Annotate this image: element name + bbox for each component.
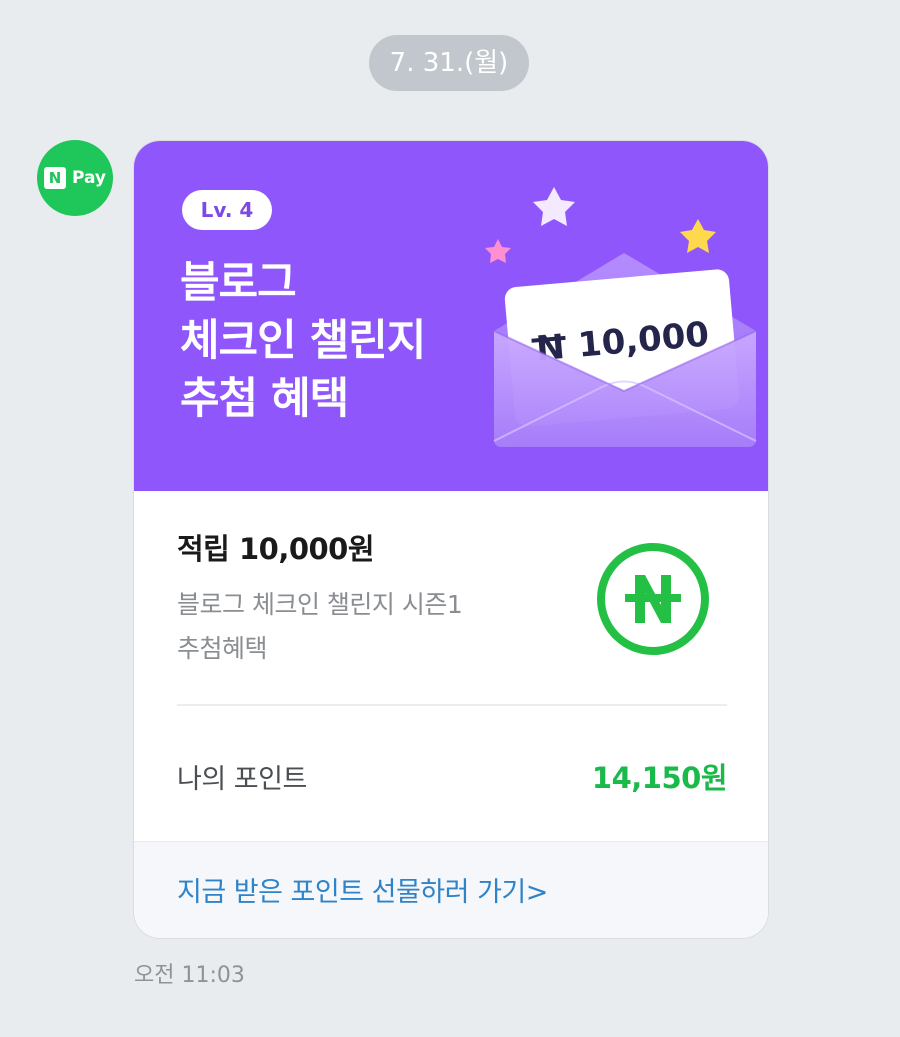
message-timestamp: 오전 11:03: [134, 963, 245, 988]
star-icon: [533, 187, 575, 226]
gift-points-link[interactable]: 지금 받은 포인트 선물하러 가기>: [134, 841, 768, 938]
banner-title: 블로그 체크인 챌린지 추첨 혜택: [180, 254, 426, 428]
reward-description: 블로그 체크인 챌린지 시즌1 추첨혜택: [177, 583, 547, 671]
banner-title-line: 블로그: [180, 258, 297, 308]
naver-n-icon: N: [43, 167, 66, 189]
my-points-row: 나의 포인트 14,150원: [177, 749, 728, 799]
avatar-pay-text: Pay: [71, 168, 107, 188]
sender-avatar[interactable]: N Pay: [37, 140, 113, 216]
envelope-illustration: N 10,000: [485, 187, 757, 447]
level-badge: Lv. 4: [182, 190, 272, 230]
naver-pay-point-icon: [597, 543, 709, 655]
message-card[interactable]: Lv. 4 블로그 체크인 챌린지 추첨 혜택 N 10,000 적립 10,0…: [134, 141, 768, 938]
gift-points-link-label[interactable]: 지금 받은 포인트 선물하러 가기>: [177, 870, 548, 909]
star-icon: [680, 219, 716, 253]
star-icon: [485, 239, 511, 263]
reward-description-line: 추첨혜택: [177, 634, 268, 663]
date-separator: 7. 31.(월): [369, 35, 529, 91]
banner-title-line: 추첨 혜택: [180, 374, 349, 424]
reward-description-line: 블로그 체크인 챌린지 시즌1: [177, 590, 463, 619]
promo-banner[interactable]: Lv. 4 블로그 체크인 챌린지 추첨 혜택 N 10,000: [134, 141, 768, 491]
reward-title: 적립 10,000원: [177, 532, 375, 566]
divider: [177, 704, 727, 706]
my-points-value: 14,150원: [591, 761, 728, 795]
banner-title-line: 체크인 챌린지: [180, 316, 426, 366]
my-points-label: 나의 포인트: [177, 764, 307, 795]
